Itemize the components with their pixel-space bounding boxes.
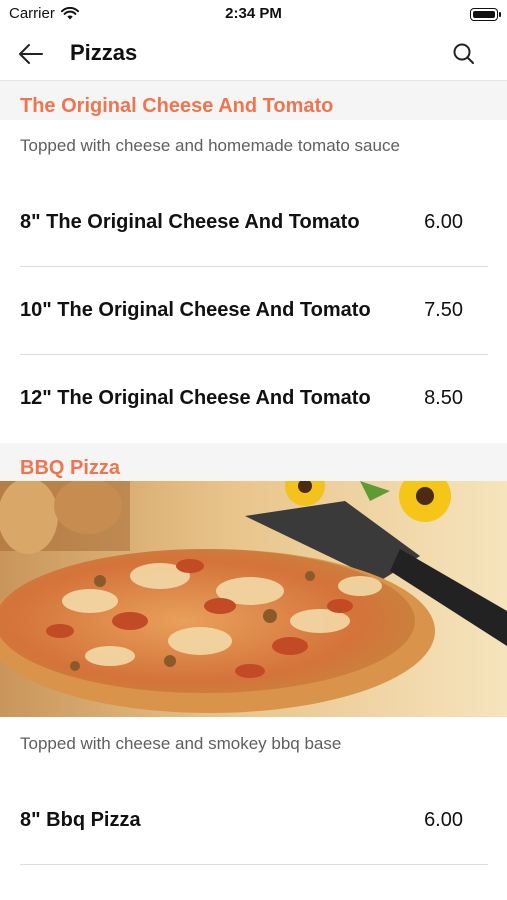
item-price: 6.00 — [424, 211, 463, 233]
item-name: 10" The Original Cheese And Tomato — [20, 299, 371, 321]
menu-item-row[interactable]: 8" The Original Cheese And Tomato 6.00 — [20, 179, 488, 267]
item-name: 12" The Original Cheese And Tomato — [20, 387, 371, 409]
item-name: 8" The Original Cheese And Tomato — [20, 211, 360, 233]
search-button[interactable] — [451, 41, 477, 67]
section-description: Topped with cheese and smokey bbq base — [20, 734, 342, 753]
battery-icon — [470, 8, 501, 21]
menu-item-row[interactable]: 12" The Original Cheese And Tomato 8.50 — [20, 355, 488, 443]
status-bar: Carrier 2:34 PM — [0, 0, 507, 28]
section-header: BBQ Pizza — [0, 443, 507, 481]
item-price: 8.50 — [424, 387, 463, 409]
search-icon — [453, 43, 474, 64]
item-name: 8" Bbq Pizza — [20, 809, 141, 831]
menu-item-row[interactable]: 8" Bbq Pizza 6.00 — [20, 777, 488, 865]
page-title: Pizzas — [70, 40, 138, 65]
arrow-left-icon — [19, 44, 43, 64]
back-button[interactable] — [16, 40, 46, 68]
menu-item-row[interactable]: 10" The Original Cheese And Tomato 7.50 — [20, 267, 488, 355]
section-title: The Original Cheese And Tomato — [20, 95, 334, 117]
section-header: The Original Cheese And Tomato — [0, 81, 507, 120]
item-price: 6.00 — [424, 809, 463, 831]
pizza-image — [0, 481, 507, 717]
section-description: Topped with cheese and homemade tomato s… — [20, 136, 400, 155]
nav-bar: Pizzas — [0, 28, 507, 81]
status-time: 2:34 PM — [225, 5, 282, 22]
item-price: 7.50 — [424, 299, 463, 321]
section-title: BBQ Pizza — [20, 457, 121, 479]
